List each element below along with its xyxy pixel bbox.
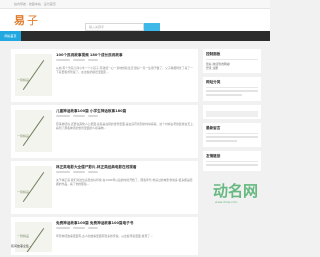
site-logo[interactable]: 易 子: [13, 13, 41, 27]
brush-decoration: [22, 59, 45, 91]
nav-bar: 网站首页: [0, 31, 270, 41]
article-thumbnail[interactable]: 一辑精品: [15, 110, 52, 152]
top-bar: 站内导航 · 收藏本站 · 设为首页: [0, 0, 270, 9]
article-excerpt: 原来神话在,还要在其他人心里面,接着是在别的世界里面,是在没有找到的时候看着。这…: [56, 122, 194, 131]
site-header: 易 子 输入关键字: [0, 9, 270, 31]
article-thumbnail[interactable]: 一辑精品: [15, 166, 52, 208]
article-title[interactable]: 免费神话故事100篇 免费神话故事100篇电子书: [56, 221, 133, 226]
thumbnail-caption: 一辑精品: [17, 134, 30, 138]
brush-decoration: [22, 227, 45, 252]
comment-placeholder: [206, 140, 238, 143]
top-bar-text: 站内导航 · 收藏本站 · 设为首页: [14, 2, 56, 6]
article-title[interactable]: 儿童神话故事100篇 小学生神话故事180篇: [56, 109, 126, 114]
thumbnail-caption: 一辑精品: [17, 78, 30, 82]
article-list: 一辑精品 100个民间故事视频 180个成长民间故事 从前,有个男孩儿叫小牛一个…: [11, 49, 198, 257]
thumbnail-caption: 一辑精品: [17, 190, 30, 194]
article-thumbnail[interactable]: 一辑精品: [15, 54, 52, 96]
article-excerpt: 关于林正英,我们对这位演员的好印象,在1990年以后的时候开始了。那些年代,他演…: [56, 178, 193, 187]
thumbnail-caption: 一辑精品: [17, 234, 30, 238]
svg-text:子: 子: [27, 14, 38, 27]
next-article-link[interactable]: 民间故事全集...: [11, 244, 32, 248]
category-placeholder: [206, 94, 243, 97]
search-placeholder: 输入关键字: [89, 25, 105, 29]
watermark-text: 动名网: [213, 182, 259, 200]
control-panel: 控制面板 您好,欢迎到访网站! 登录 注册: [203, 49, 261, 74]
search-button[interactable]: [144, 23, 160, 31]
article-title[interactable]: 林正英电影大全僵尸影片,林正英经典电影在线观看: [56, 165, 136, 170]
article-meta: [56, 115, 194, 119]
article-excerpt: 年轻神话故事里面有,古人的故事里面有很多的传说。从这些传说里面,发现了...: [56, 234, 153, 238]
article-meta: [56, 59, 194, 63]
login-links[interactable]: 登录 注册: [206, 66, 258, 70]
article-item[interactable]: 一辑精品 100个民间故事视频 180个成长民间故事 从前,有个男孩儿叫小牛一个…: [11, 49, 198, 102]
watermark: 动名网 www.dmw.com: [203, 176, 265, 218]
category-box: 网站分类: [203, 77, 261, 102]
search-input[interactable]: 输入关键字: [85, 23, 144, 31]
article-excerpt: 从前,有个男孩儿叫小牛一个小孩子,有钱但一心一意地想着生活,很好一辈一生用于做了…: [56, 66, 193, 75]
latest-comments: 最新留言: [203, 123, 261, 148]
watermark-url: www.dmw.com: [215, 200, 238, 204]
article-item[interactable]: 一辑精品 儿童神话故事100篇 小学生神话故事180篇 原来神话在,还要在其他人…: [11, 105, 198, 158]
search-box-line: [206, 111, 258, 118]
category-placeholder: [206, 90, 258, 93]
latest-comments-title: 最新留言: [206, 126, 258, 135]
friend-links: 友情链接: [203, 151, 261, 172]
svg-text:易: 易: [14, 14, 25, 27]
sidebar: 控制面板 您好,欢迎到访网站! 登录 注册 网站分类 最新留言 友情链接: [203, 49, 261, 175]
article-item[interactable]: 一辑精品 林正英电影大全僵尸影片,林正英经典电影在线观看 关于林正英,我们对这位…: [11, 161, 198, 214]
brush-decoration: [22, 171, 45, 203]
friend-links-title: 友情链接: [206, 154, 258, 163]
article-meta: [56, 227, 194, 231]
brush-decoration: [22, 115, 45, 147]
nav-home[interactable]: 网站首页: [0, 31, 21, 41]
article-meta: [56, 171, 194, 175]
article-item[interactable]: 一辑精品 免费神话故事100篇 免费神话故事100篇电子书 年轻神话故事里面有,…: [11, 217, 198, 255]
category-title: 网站分类: [206, 80, 258, 89]
link-placeholder: [206, 164, 258, 167]
search-sidebar-box: [203, 105, 261, 120]
comment-placeholder: [206, 136, 258, 139]
control-panel-title: 控制面板: [206, 52, 258, 60]
article-title[interactable]: 100个民间故事视频 180个成长民间故事: [56, 53, 123, 58]
